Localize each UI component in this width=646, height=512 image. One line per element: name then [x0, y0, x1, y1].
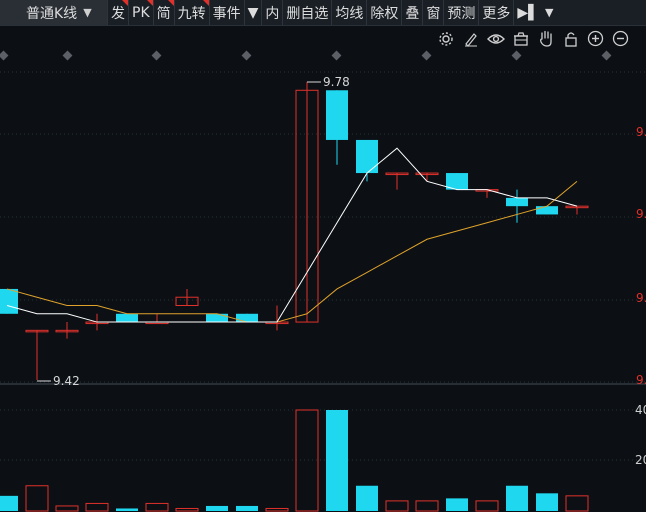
chart-toolbar: 普通K线 ▼ 发 PK 简九转 事件 ▼ 内删自选 均线 除权叠窗预测 更多 ▶▌ ▼ [0, 0, 646, 26]
kline-chart[interactable]: 9.789.429.9.9.9.9.4020 [0, 62, 646, 512]
toolbar-item-label: 叠 [405, 5, 420, 22]
new-marker-icon [202, 0, 209, 6]
candle-body [236, 313, 258, 323]
volume-axis-label: 20 [635, 453, 646, 467]
candle-body [506, 197, 528, 207]
event-marker[interactable] [511, 50, 522, 61]
event-marker[interactable] [62, 50, 73, 61]
chevron-down-icon: ▼ [83, 6, 92, 19]
toolbar-item-label: 窗 [426, 5, 441, 22]
toolbar-item-label: 删自选 [286, 5, 329, 22]
toolbar-item-label: 预测 [447, 5, 476, 22]
candle-body [536, 206, 558, 215]
settings-icon[interactable] [436, 29, 455, 48]
volume-bar [565, 495, 589, 512]
toolbar-item-8[interactable]: 均线 [332, 0, 368, 25]
expand-icon: ▶▌ [517, 4, 539, 21]
volume-bar [116, 508, 138, 511]
toolbar-item-10[interactable]: 叠 [402, 0, 424, 25]
volume-bar [25, 485, 49, 512]
volume-bar [236, 505, 258, 511]
toolbar-item-2[interactable]: 简 [154, 0, 175, 25]
new-marker-icon [122, 0, 128, 6]
event-marker[interactable] [421, 50, 432, 61]
toolbar-item-label: 九转 [177, 5, 206, 22]
event-markers [0, 50, 646, 62]
price-axis-label: 9. [636, 207, 646, 221]
toolbar-item-label: 除权 [370, 5, 399, 22]
zoom-in-icon[interactable] [586, 29, 605, 48]
toolbar-item-12[interactable]: 预测 [444, 0, 480, 25]
volume-bar [206, 505, 228, 511]
volume-axis-label: 40 [635, 403, 646, 417]
toolbar-item-9[interactable]: 除权 [367, 0, 403, 25]
candle-body [326, 90, 348, 140]
volume-bar [356, 485, 378, 511]
period-select[interactable]: 普通K线 ▼ [0, 0, 108, 25]
volume-bar [295, 409, 319, 512]
volume-bar [385, 500, 409, 512]
expand-button[interactable]: ▶▌ [514, 0, 542, 25]
volume-bar [506, 485, 528, 511]
toolbar-item-6[interactable]: 内 [262, 0, 284, 25]
toolbar-items: 发 PK 简九转 事件 ▼ 内删自选 均线 除权叠窗预测 更多 [108, 0, 515, 25]
candle-body [0, 288, 18, 314]
volume-bar [536, 493, 558, 511]
hand-icon[interactable] [536, 29, 555, 48]
event-marker[interactable] [331, 50, 342, 61]
volume-bar [475, 500, 499, 512]
new-marker-icon [167, 0, 174, 6]
price-axis-label: 9. [636, 291, 646, 305]
period-label: 普通K线 [26, 5, 78, 22]
toolbar-item-7[interactable]: 删自选 [283, 0, 333, 25]
price-axis-label: 9. [636, 373, 646, 387]
lock-icon[interactable] [561, 29, 580, 48]
volume-bar [85, 502, 109, 512]
volume-bar [55, 505, 79, 512]
volume-bar [265, 507, 289, 512]
toolbar-item-3[interactable]: 九转 [175, 0, 210, 25]
event-marker[interactable] [151, 50, 162, 61]
candle-body [356, 139, 378, 174]
basket-icon[interactable] [511, 29, 530, 48]
toolbar-item-label: 事件 [212, 5, 241, 22]
toolbar-item-11[interactable]: 窗 [423, 0, 445, 25]
draw-icon[interactable] [461, 29, 480, 48]
event-marker[interactable] [241, 50, 252, 61]
toolbar-item-1[interactable]: PK [129, 0, 154, 25]
event-marker[interactable] [601, 50, 612, 61]
toolbar-item-label: PK [132, 4, 150, 21]
zoom-out-icon[interactable] [611, 29, 630, 48]
candle-body [206, 313, 228, 323]
menu-button[interactable]: ▼ [542, 0, 556, 25]
ma-short-line [6, 147, 578, 323]
volume-bar [446, 498, 468, 511]
candle-body [116, 313, 138, 323]
volume-bar [145, 502, 169, 512]
toolbar-item-label: 均线 [335, 5, 364, 22]
toolbar-item-label: ▼ [247, 4, 259, 21]
high-annotation: 9.78 [323, 75, 350, 89]
volume-bar [326, 410, 348, 511]
toolbar-item-13[interactable]: 更多 [479, 0, 515, 25]
volume-bar [0, 495, 18, 511]
price-axis-label: 9. [636, 125, 646, 139]
volume-bar [175, 507, 199, 512]
toolbar-item-label: 更多 [482, 5, 511, 22]
event-marker[interactable] [0, 50, 9, 61]
toolbar-item-5[interactable]: ▼ [245, 0, 263, 25]
low-annotation: 9.42 [53, 374, 80, 388]
ma-long-line [6, 180, 578, 323]
toolbar-item-label: 内 [265, 5, 280, 22]
eye-icon[interactable] [486, 29, 505, 48]
menu-arrow-icon: ▼ [544, 6, 554, 19]
toolbar-item-0[interactable]: 发 [108, 0, 129, 25]
chart-tools [436, 29, 630, 48]
toolbar-item-4[interactable]: 事件 [210, 0, 245, 25]
volume-bar [415, 500, 439, 512]
new-marker-icon [146, 0, 153, 6]
